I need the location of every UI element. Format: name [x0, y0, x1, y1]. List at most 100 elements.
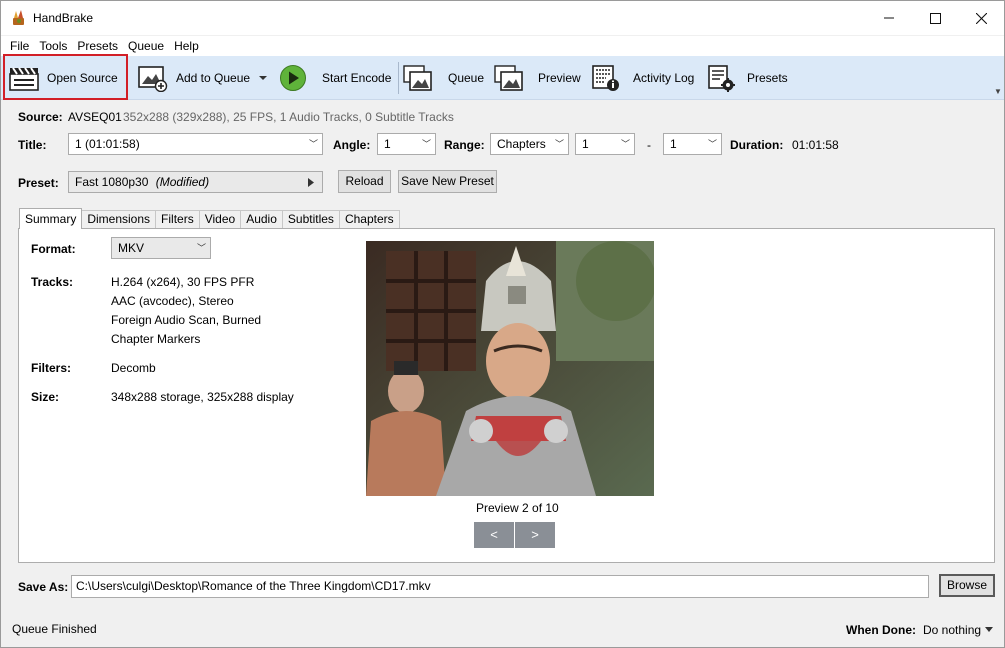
chevron-down-icon: ﹀ — [308, 139, 318, 149]
angle-select-value: 1 — [384, 137, 391, 151]
start-encode-button[interactable]: Start Encode — [279, 56, 391, 100]
activity-log-icon — [592, 65, 619, 91]
angle-label: Angle: — [333, 138, 371, 152]
size-label: Size: — [31, 390, 60, 404]
menu-presets[interactable]: Presets — [72, 36, 123, 56]
presets-settings-icon — [708, 65, 735, 92]
preview-caption: Preview 2 of 10 — [476, 501, 559, 515]
size-value: 348x288 storage, 325x288 display — [111, 390, 294, 404]
preset-modified: (Modified) — [155, 175, 210, 189]
close-icon — [975, 12, 987, 24]
tab-summary[interactable]: Summary — [19, 208, 83, 229]
chevron-down-icon: ﹀ — [620, 139, 630, 149]
range-end-value: 1 — [670, 137, 677, 151]
source-details: 352x288 (329x288), 25 FPS, 1 Audio Track… — [123, 110, 454, 124]
queue-images-icon — [403, 65, 432, 91]
title-label: Title: — [18, 138, 47, 152]
dropdown-arrow-icon — [259, 76, 268, 80]
track-item: Chapter Markers — [111, 332, 201, 346]
save-as-path-field[interactable]: C:\Users\culgi\Desktop\Romance of the Th… — [71, 575, 929, 598]
tab-dimensions[interactable]: Dimensions — [81, 210, 157, 229]
close-button[interactable] — [958, 1, 1004, 35]
add-image-icon — [138, 66, 168, 92]
tab-chapters[interactable]: Chapters — [338, 210, 400, 229]
menu-bar: File Tools Presets Queue Help — [1, 36, 1004, 56]
status-text: Queue Finished — [12, 622, 97, 636]
range-start-select[interactable]: 1 ﹀ — [575, 133, 635, 155]
toolbar-overflow-icon[interactable]: ▼ — [994, 87, 1002, 96]
when-done-label: When Done: — [846, 623, 916, 637]
track-item: Foreign Audio Scan, Burned — [111, 313, 262, 327]
preview-image — [366, 241, 654, 496]
filters-label: Filters: — [31, 361, 72, 375]
status-bar: Queue Finished When Done: Do nothing — [1, 613, 1004, 647]
chevron-right-icon — [308, 178, 314, 187]
tab-subtitles[interactable]: Subtitles — [281, 210, 340, 229]
duration-label: Duration: — [730, 138, 784, 152]
next-preview-button[interactable]: > — [515, 522, 555, 548]
browse-button[interactable]: Browse — [939, 574, 995, 597]
angle-select[interactable]: 1 ﹀ — [377, 133, 436, 155]
tab-video[interactable]: Video — [198, 210, 242, 229]
tab-filters[interactable]: Filters — [155, 210, 200, 229]
chevron-down-icon: ﹀ — [554, 139, 564, 149]
start-encode-label: Start Encode — [322, 71, 392, 85]
handbrake-logo-icon — [13, 10, 24, 25]
save-as-label: Save As: — [18, 580, 69, 594]
format-select[interactable]: MKV ﹀ — [111, 237, 211, 259]
source-name: AVSEQ01 — [68, 110, 122, 124]
preset-value: Fast 1080p30 — [75, 175, 149, 189]
range-type-value: Chapters — [497, 137, 546, 151]
reload-button[interactable]: Reload — [338, 170, 391, 193]
preview-button[interactable]: Preview — [494, 56, 581, 100]
presets-label: Presets — [747, 71, 788, 85]
when-done-select[interactable]: Do nothing — [923, 623, 981, 637]
maximize-icon — [929, 12, 941, 24]
presets-button[interactable]: Presets — [707, 56, 788, 100]
chevron-down-icon: ﹀ — [421, 139, 431, 149]
add-to-queue-button[interactable]: Add to Queue — [138, 56, 268, 100]
save-new-preset-button[interactable]: Save New Preset — [398, 170, 497, 193]
chevron-down-icon: ﹀ — [196, 243, 206, 253]
menu-help[interactable]: Help — [169, 36, 204, 56]
menu-tools[interactable]: Tools — [34, 36, 72, 56]
menu-file[interactable]: File — [5, 36, 34, 56]
track-item: AAC (avcodec), Stereo — [111, 294, 234, 308]
source-label: Source: — [18, 110, 63, 124]
toolbar-separator — [398, 62, 399, 94]
range-end-select[interactable]: 1 ﹀ — [663, 133, 722, 155]
range-start-value: 1 — [582, 137, 589, 151]
activity-log-label: Activity Log — [633, 71, 695, 85]
preset-label: Preset: — [18, 176, 59, 190]
queue-label: Queue — [448, 71, 485, 85]
activity-log-button[interactable]: Activity Log — [591, 56, 694, 100]
chevron-down-icon — [985, 627, 993, 632]
format-label: Format: — [31, 242, 76, 256]
open-source-highlight — [3, 54, 128, 100]
chevron-down-icon: ﹀ — [707, 139, 717, 149]
title-bar: HandBrake — [1, 1, 1004, 35]
toolbar: Open Source Add to Queue Start Encode Qu… — [1, 56, 1004, 100]
range-label: Range: — [444, 138, 485, 152]
preview-label: Preview — [538, 71, 581, 85]
settings-tabs: Summary Dimensions Filters Video Audio S… — [19, 208, 400, 229]
window-title: HandBrake — [33, 11, 94, 25]
tab-audio[interactable]: Audio — [240, 210, 283, 229]
queue-button[interactable]: Queue — [403, 56, 484, 100]
filters-value: Decomb — [111, 361, 156, 375]
handbrake-window: HandBrake File Tools Presets Queue Help — [0, 0, 1005, 648]
tracks-label: Tracks: — [31, 275, 74, 289]
format-value: MKV — [118, 241, 145, 255]
range-type-select[interactable]: Chapters ﹀ — [490, 133, 569, 155]
title-select[interactable]: 1 (01:01:58) ﹀ — [68, 133, 323, 155]
track-item: H.264 (x264), 30 FPS PFR — [111, 275, 255, 289]
preset-select[interactable]: Fast 1080p30 (Modified) — [68, 171, 323, 193]
preview-frame-graphic — [366, 241, 654, 496]
maximize-button[interactable] — [912, 1, 958, 35]
minimize-button[interactable] — [866, 1, 912, 35]
minimize-icon — [884, 17, 894, 19]
previous-preview-button[interactable]: < — [474, 522, 514, 548]
preview-images-icon — [494, 65, 523, 91]
menu-queue[interactable]: Queue — [123, 36, 169, 56]
title-select-value: 1 (01:01:58) — [75, 137, 140, 151]
